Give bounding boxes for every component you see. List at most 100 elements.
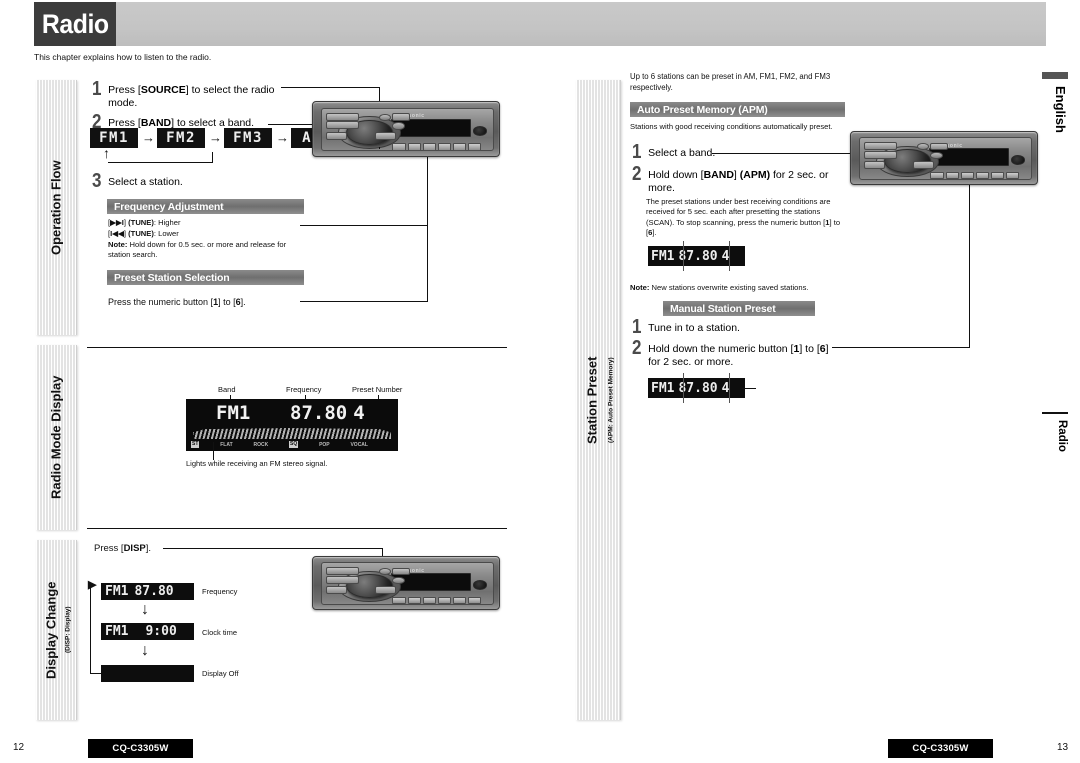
sidebar-operation-flow-label: Operation Flow xyxy=(48,160,64,255)
unit-tune-right-button xyxy=(375,132,397,140)
apm-step-2: 2 Hold down [BAND] (APM) for 2 sec. or m… xyxy=(632,163,837,196)
band-loop-arrow: ↑ xyxy=(103,145,110,161)
unit-tune-left-button xyxy=(325,132,347,140)
language-tab-cap xyxy=(1042,72,1068,79)
op-step-1-text: Press [SOURCE] to select the radio mode. xyxy=(108,84,275,110)
indicator-rock: ROCK xyxy=(253,441,269,448)
disp-lcd-clock-value: 9:00 xyxy=(145,624,177,639)
unit-preset-4 xyxy=(437,143,452,151)
manual-step-1: 1 Tune in to a station. xyxy=(632,316,812,338)
leader-source-h xyxy=(281,87,380,88)
indicator-vocal: VOCAL xyxy=(350,441,368,448)
display-change-instruction: Press [DISP]. xyxy=(94,543,152,554)
indicator-spacer xyxy=(389,442,393,448)
sidebar-station-preset-sub: (APM: Auto Preset Memory) xyxy=(607,357,615,443)
band-arrow-2: → xyxy=(209,130,222,145)
preset-station-selection-text: Press the numeric button [1] to [6]. xyxy=(108,297,246,307)
disp-lcd-frequency-value: 87.80 xyxy=(134,584,174,599)
section-tab-label: Radio xyxy=(1056,420,1068,452)
unit3-tune-left-button xyxy=(863,160,885,169)
band-chip-fm1: FM1 xyxy=(90,128,138,148)
leader-band-h xyxy=(268,124,315,125)
unit-preset-1 xyxy=(392,143,407,151)
unit3-preset-1 xyxy=(930,171,945,180)
model-badge-right: CQ-C3305W xyxy=(888,739,993,758)
section-tab-cap xyxy=(1042,412,1068,414)
unit3-band-button xyxy=(863,150,897,159)
callout-band: Band xyxy=(218,385,236,394)
unit3-aux-jack xyxy=(1010,155,1025,165)
unit-preset-button-row xyxy=(392,143,482,151)
band-chip-fm3: FM3 xyxy=(224,128,272,148)
manual-leader-v xyxy=(969,178,970,348)
disp-lcd-frequency-band: FM1 xyxy=(105,584,129,599)
page-title: Radio xyxy=(41,8,109,39)
radio-mode-band: FM1 xyxy=(216,402,251,424)
radio-mode-frequency: 87.80 4 xyxy=(290,402,365,424)
unit2-preset-3 xyxy=(422,596,437,605)
unit-preset-3 xyxy=(422,143,437,151)
unit-preset-2 xyxy=(407,143,422,151)
sidebar-radio-mode-display: Radio Mode Display xyxy=(36,345,77,530)
unit-preset-5 xyxy=(452,143,467,151)
op-step-3: 3 Select a station. xyxy=(92,171,292,191)
preset-station-selection-heading: Preset Station Selection xyxy=(107,270,304,285)
unit-aux-jack xyxy=(472,126,487,136)
disp-loop-arrow: ▶ xyxy=(88,579,97,591)
manual-lcd-band: FM1 xyxy=(651,380,675,396)
op-step-1-number: 1 xyxy=(92,78,102,100)
manual-leader-h xyxy=(832,347,970,348)
page-number-right: 13 xyxy=(1057,742,1069,753)
manual-lcd-tick-1 xyxy=(683,373,684,403)
unit-source-button xyxy=(325,112,359,122)
sidebar-radio-mode-display-label: Radio Mode Display xyxy=(48,375,64,500)
indicator-pop: POP xyxy=(319,441,330,448)
unit2-aux-jack xyxy=(472,580,487,590)
disp-lcd-clock: FM1 9:00 xyxy=(101,623,194,640)
apm-step-1-text: Select a band. xyxy=(648,147,716,159)
radio-mode-display-panel: FM1 87.80 4 ST FLAT ROCK SQ POP VOCAL xyxy=(186,399,398,451)
manual-step-2: 2 Hold down the numeric button [1] to [6… xyxy=(632,337,832,370)
indicator-sq: SQ xyxy=(289,441,299,448)
frequency-adjustment-line2: [I◀◀] (TUNE): Lower xyxy=(108,229,179,238)
callout-frequency: Frequency xyxy=(286,385,322,394)
manual-step-1-number: 1 xyxy=(632,316,642,338)
unit2-small-button xyxy=(392,576,405,584)
manual-lcd-tick-3 xyxy=(742,388,756,389)
unit3-preset-5 xyxy=(990,171,1005,180)
radio-mode-spectrum xyxy=(193,428,391,439)
page-number-left: 12 xyxy=(13,742,25,753)
sidebar-display-change: Display Change (DISP: Display) xyxy=(36,540,77,720)
radio-mode-frequency-value: 87.80 xyxy=(290,402,348,424)
disp-lcd-off xyxy=(101,665,194,682)
indicator-st: ST xyxy=(191,441,200,448)
apm-step-2-number: 2 xyxy=(632,163,642,185)
manual-page: Radio This chapter explains how to liste… xyxy=(0,0,1080,763)
unit2-band-button xyxy=(325,575,359,584)
leader-tune-v xyxy=(427,149,428,226)
apm-lcd-band: FM1 xyxy=(651,248,675,264)
leader-tune-h xyxy=(300,225,428,226)
sidebar-display-change-sub: (DISP: Display) xyxy=(64,606,72,654)
apm-leader-h xyxy=(712,153,860,154)
model-badge-left: CQ-C3305W xyxy=(88,739,193,758)
unit3-preset-4 xyxy=(975,171,990,180)
footnote-leader-v xyxy=(213,442,214,460)
manual-lcd-tick-2 xyxy=(729,373,730,403)
manual-step-2-number: 2 xyxy=(632,337,642,359)
unit2-preset-5 xyxy=(452,596,467,605)
disp-label-frequency: Frequency xyxy=(202,587,238,596)
language-tab: English xyxy=(1042,72,1068,192)
apm-lcd-tick-1 xyxy=(683,241,684,271)
section-tab: Radio xyxy=(1042,412,1068,502)
frequency-adjustment-note: Note: Hold down for 0.5 sec. or more and… xyxy=(108,240,287,260)
frequency-adjustment-heading: Frequency Adjustment xyxy=(107,199,304,214)
unit3-tune-right-button xyxy=(913,160,935,169)
op-step-1: 1 Press [SOURCE] to select the radio mod… xyxy=(92,78,292,111)
apm-step-2-text: Hold down [BAND] (APM) for 2 sec. or mor… xyxy=(648,169,829,195)
apm-lcd-frequency: 87.80 xyxy=(678,248,718,264)
unit-band-button xyxy=(325,121,359,130)
unit-faceplate: Panasonic xyxy=(321,107,495,152)
band-arrow-1: → xyxy=(142,130,155,145)
disp-lcd-frequency: FM1 87.80 xyxy=(101,583,194,600)
